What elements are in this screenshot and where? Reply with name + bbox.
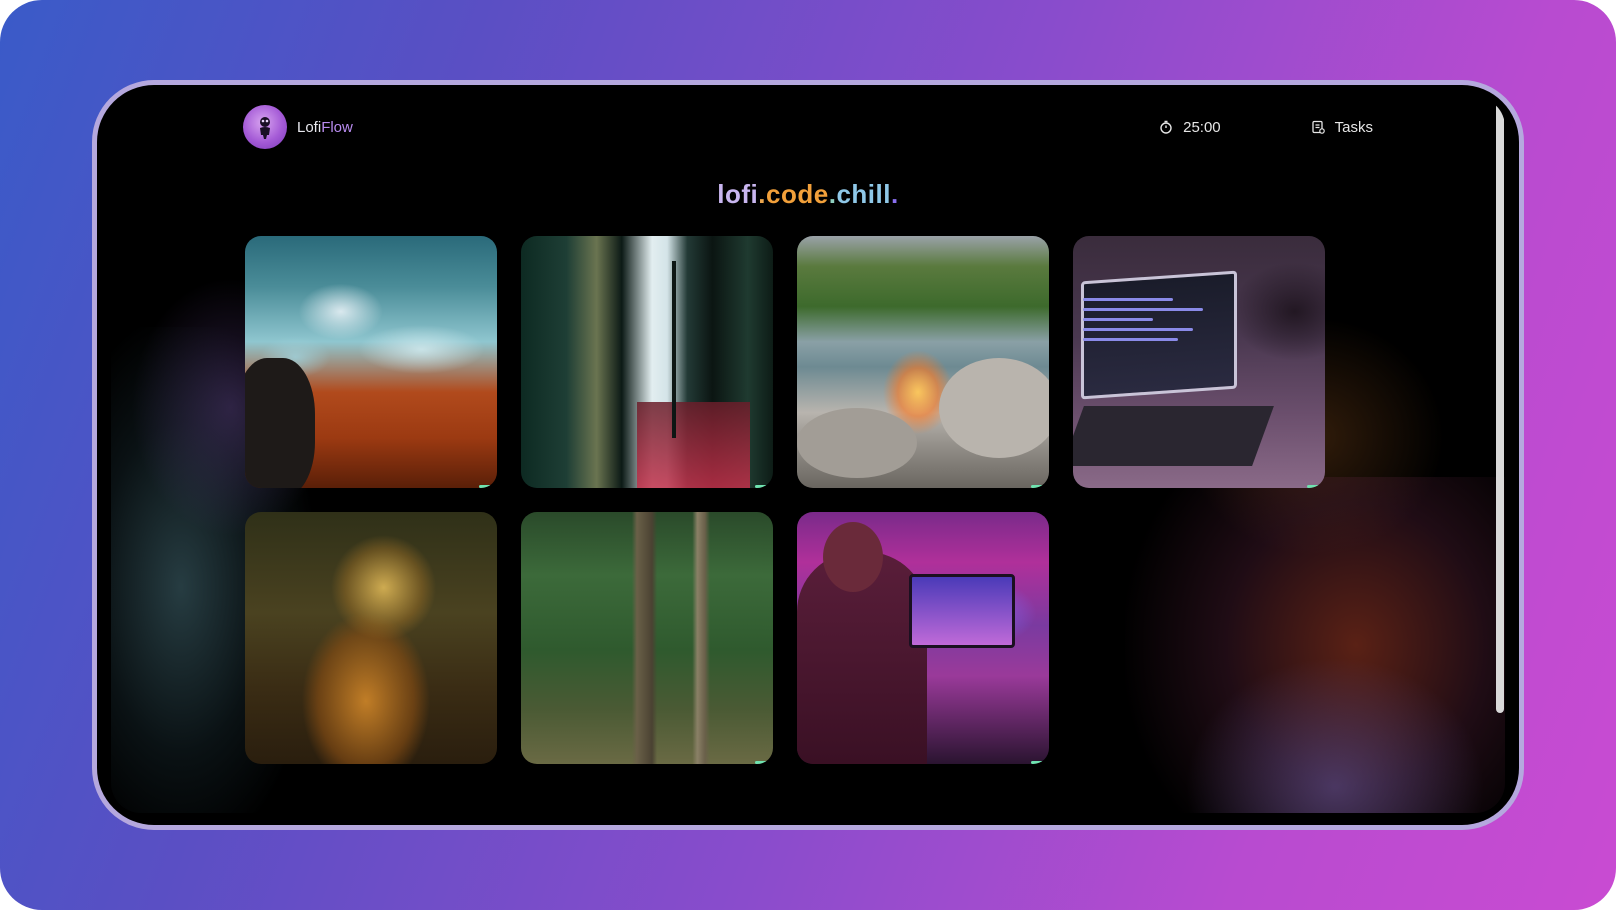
active-indicator: [1031, 761, 1043, 764]
page-headline: lofi.code.chill.: [111, 179, 1505, 210]
warrior-painting-scene[interactable]: [245, 512, 497, 764]
brand[interactable]: LofiFlow: [243, 105, 353, 149]
active-indicator: [755, 761, 767, 764]
timer-button[interactable]: 25:00: [1159, 119, 1221, 136]
app-name-primary: Lofi: [297, 118, 322, 136]
gaming-desk-scene[interactable]: [797, 512, 1049, 764]
active-indicator: [755, 485, 767, 488]
app-name: LofiFlow: [297, 119, 353, 136]
desktop-background: LofiFlow 25:00 Tasks lofi.code.chill.: [0, 0, 1616, 910]
scene-grid: [245, 236, 1325, 764]
forest-path-scene[interactable]: [521, 512, 773, 764]
ocean-waves-scene[interactable]: [245, 236, 497, 488]
timer-value: 25:00: [1183, 118, 1221, 136]
stopwatch-icon: [1160, 120, 1172, 134]
headline-part: chill: [836, 179, 891, 209]
app-screen: LofiFlow 25:00 Tasks lofi.code.chill.: [111, 97, 1505, 813]
app-name-secondary: Flow: [321, 118, 353, 136]
headline-part: code: [766, 179, 829, 209]
active-indicator: [479, 485, 491, 488]
laptop-coding-scene[interactable]: [1073, 236, 1325, 488]
headline-part: .: [890, 179, 899, 209]
rainy-alley-scene[interactable]: [521, 236, 773, 488]
active-indicator: [1031, 485, 1043, 488]
headline-part: lofi: [717, 179, 759, 209]
device-frame: LofiFlow 25:00 Tasks lofi.code.chill.: [92, 80, 1524, 830]
top-navigation: LofiFlow 25:00 Tasks: [243, 105, 1373, 149]
task-list-icon: [1312, 120, 1325, 134]
campfire-river-scene[interactable]: [797, 236, 1049, 488]
headline-part: .: [758, 179, 767, 209]
character-avatar-icon: [243, 105, 287, 149]
active-indicator: [1307, 485, 1319, 488]
tasks-button[interactable]: Tasks: [1311, 119, 1373, 136]
tasks-label: Tasks: [1334, 118, 1373, 136]
